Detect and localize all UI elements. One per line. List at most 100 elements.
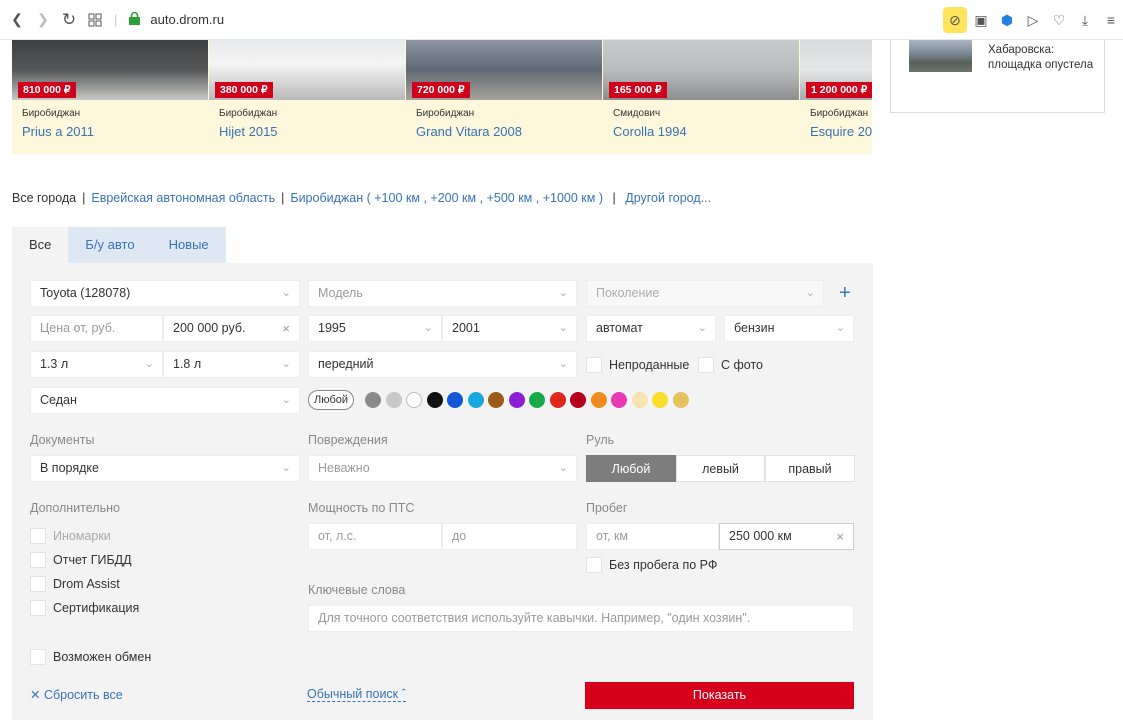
adblock-icon[interactable]: ⊘	[943, 7, 967, 33]
tab-new[interactable]: Новые	[151, 227, 226, 263]
checkbox-box[interactable]	[30, 576, 46, 592]
clear-icon[interactable]: ×	[836, 524, 844, 549]
color-swatch[interactable]	[385, 392, 402, 408]
year-from-select[interactable]: 1995 ⌄	[308, 315, 442, 342]
generation-select[interactable]: Поколение ⌄	[586, 280, 824, 307]
checkbox-box[interactable]	[698, 357, 714, 373]
chevron-down-icon: ⌄	[558, 358, 568, 370]
with-photo-checkbox[interactable]: С фото	[698, 357, 763, 373]
car-model-link[interactable]: Corolla 1994	[613, 124, 687, 139]
color-swatch[interactable]	[467, 392, 484, 408]
car-card[interactable]: 380 000 ₽ Биробиджан Hijet 2015	[209, 40, 405, 154]
back-icon[interactable]: ❮	[4, 7, 30, 33]
car-card[interactable]: 720 000 ₽ Биробиджан Grand Vitara 2008	[406, 40, 602, 154]
gibdd-checkbox[interactable]: Отчет ГИБДД	[30, 552, 132, 568]
radius-1000-link[interactable]: +1000 км	[543, 191, 596, 205]
radius-100-link[interactable]: +100 км	[374, 191, 420, 205]
no-rf-mileage-checkbox[interactable]: Без пробега по РФ	[586, 557, 717, 573]
brand-select[interactable]: Toyota (128078) ⌄	[30, 280, 300, 307]
car-card[interactable]: 1 200 000 ₽ Биробиджан Esquire 20	[800, 40, 872, 154]
radius-500-link[interactable]: +500 км	[487, 191, 533, 205]
color-swatch[interactable]	[529, 392, 545, 408]
news-thumbnail[interactable]	[909, 40, 972, 72]
other-city-link[interactable]: Другой город...	[625, 191, 711, 205]
color-swatch[interactable]	[406, 392, 422, 408]
color-swatch[interactable]	[426, 392, 443, 408]
keywords-placeholder: Для точного соответствия используйте кав…	[318, 611, 751, 625]
city-link[interactable]: Биробиджан	[290, 191, 363, 205]
engine-from-select[interactable]: 1.3 л ⌄	[30, 351, 163, 378]
news-link[interactable]: Хабаровска: площадка опустела	[988, 43, 1093, 73]
color-swatch[interactable]	[631, 392, 648, 408]
color-any-button[interactable]: Любой	[308, 390, 355, 410]
car-model-link[interactable]: Grand Vitara 2008	[416, 124, 522, 139]
car-model-link[interactable]: Hijet 2015	[219, 124, 278, 139]
drom-assist-checkbox[interactable]: Drom Assist	[30, 576, 120, 592]
car-model-link[interactable]: Esquire 20	[810, 124, 872, 139]
camera-icon[interactable]: ▣	[969, 7, 993, 33]
checkbox-box[interactable]	[30, 600, 46, 616]
checkbox-box[interactable]	[586, 557, 602, 573]
color-swatch[interactable]	[365, 392, 381, 408]
tab-all[interactable]: Все	[12, 227, 69, 263]
checkbox-box[interactable]	[30, 528, 46, 544]
checkbox-box[interactable]	[30, 552, 46, 568]
power-to-input[interactable]: до	[442, 523, 577, 550]
color-swatch[interactable]	[611, 392, 627, 408]
unsold-checkbox[interactable]: Непроданные	[586, 357, 689, 373]
wheel-left-option[interactable]: левый	[676, 455, 765, 482]
price-to-input[interactable]: 200 000 руб. ×	[163, 315, 300, 342]
mileage-from-input[interactable]: от, км	[586, 523, 719, 550]
address-bar[interactable]: auto.drom.ru	[129, 11, 224, 28]
damage-select[interactable]: Неважно ⌄	[308, 455, 577, 482]
wheel-any-option[interactable]: Любой	[586, 455, 676, 482]
keywords-input[interactable]: Для точного соответствия используйте кав…	[308, 605, 854, 632]
color-swatch[interactable]	[508, 392, 525, 408]
mileage-to-input[interactable]: 250 000 км ×	[719, 523, 854, 550]
model-select[interactable]: Модель ⌄	[308, 280, 577, 307]
download-icon[interactable]: ⤓	[1073, 7, 1097, 33]
car-model-link[interactable]: Prius a 2011	[22, 124, 94, 139]
color-swatch[interactable]	[652, 392, 668, 408]
forward-icon[interactable]: ❯	[30, 7, 56, 33]
color-swatch[interactable]	[549, 392, 566, 408]
engine-to-select[interactable]: 1.8 л ⌄	[163, 351, 300, 378]
body-type-select[interactable]: Седан ⌄	[30, 387, 300, 414]
damage-label: Повреждения	[308, 433, 388, 447]
city-region-link[interactable]: Еврейская автономная область	[91, 191, 275, 205]
shield-icon[interactable]: ⬢	[995, 7, 1019, 33]
year-to-select[interactable]: 2001 ⌄	[442, 315, 577, 342]
chevron-down-icon: ⌄	[423, 322, 433, 334]
clear-icon[interactable]: ×	[282, 316, 290, 341]
color-swatch[interactable]	[447, 392, 463, 408]
foreign-checkbox[interactable]: Иномарки	[30, 528, 111, 544]
wheel-right-option[interactable]: правый	[765, 455, 855, 482]
color-swatch[interactable]	[488, 392, 504, 408]
tab-used[interactable]: Б/у авто	[68, 227, 152, 263]
reload-icon[interactable]: ↻	[56, 7, 82, 33]
fuel-select[interactable]: бензин ⌄	[724, 315, 854, 342]
color-swatch[interactable]	[570, 392, 586, 408]
power-from-input[interactable]: от, л.с.	[308, 523, 442, 550]
drive-select[interactable]: передний ⌄	[308, 351, 577, 378]
certification-checkbox[interactable]: Сертификация	[30, 600, 139, 616]
documents-select[interactable]: В порядке ⌄	[30, 455, 300, 482]
checkbox-box[interactable]	[586, 357, 602, 373]
simple-search-link[interactable]: Обычный поиск ˆ	[307, 687, 406, 702]
radius-200-link[interactable]: +200 км	[430, 191, 476, 205]
reset-all-button[interactable]: ✕ Сбросить все	[30, 687, 123, 702]
heart-icon[interactable]: ♡	[1047, 7, 1071, 33]
car-card[interactable]: 810 000 ₽ Биробиджан Prius a 2011	[12, 40, 208, 154]
color-swatch[interactable]	[590, 392, 607, 408]
transmission-select[interactable]: автомат ⌄	[586, 315, 716, 342]
exchange-checkbox[interactable]: Возможен обмен	[30, 649, 151, 665]
color-swatch[interactable]	[672, 392, 689, 408]
checkbox-box[interactable]	[30, 649, 46, 665]
menu-icon[interactable]: ≡	[1099, 7, 1123, 33]
car-card[interactable]: 165 000 ₽ Смидович Corolla 1994	[603, 40, 799, 154]
tabs-grid-icon[interactable]	[82, 7, 108, 33]
add-model-icon[interactable]: +	[839, 283, 851, 303]
show-results-button[interactable]: Показать	[585, 682, 854, 709]
send-icon[interactable]: ▷	[1021, 7, 1045, 33]
price-from-input[interactable]: Цена от, руб.	[30, 315, 163, 342]
